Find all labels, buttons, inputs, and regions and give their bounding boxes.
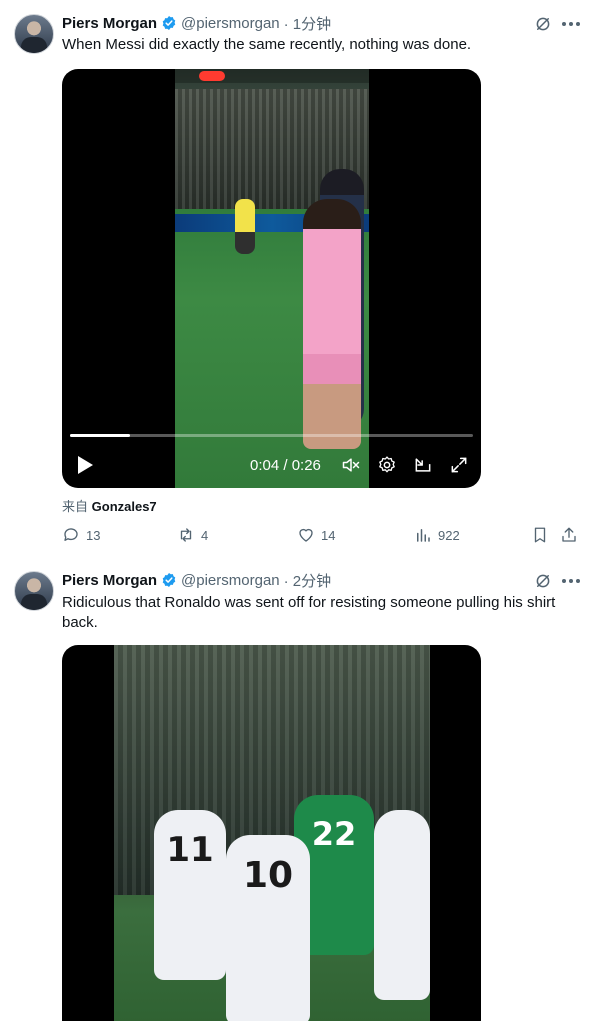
tweet-1[interactable]: Piers Morgan @piersmorgan · 1分钟 When Mes… bbox=[0, 0, 596, 555]
bookmark-icon bbox=[534, 527, 546, 543]
tweet-actions: 13 4 14 922 bbox=[62, 524, 582, 546]
grok-icon[interactable] bbox=[534, 15, 552, 33]
tweet-2[interactable]: Piers Morgan @piersmorgan · 2分钟 Ridiculo… bbox=[0, 555, 596, 1021]
share-button[interactable] bbox=[560, 524, 584, 546]
player-figure bbox=[374, 810, 430, 1000]
video-frame: 11 22 10 bbox=[114, 645, 430, 1021]
recording-indicator bbox=[199, 71, 225, 81]
author-name[interactable]: Piers Morgan bbox=[62, 15, 157, 32]
settings-icon[interactable] bbox=[377, 455, 397, 475]
like-button[interactable]: 14 bbox=[297, 524, 335, 546]
jersey-number: 10 bbox=[242, 855, 294, 896]
video-progress-bar[interactable] bbox=[70, 434, 473, 437]
jersey-number: 22 bbox=[311, 815, 357, 853]
author-handle[interactable]: @piersmorgan bbox=[181, 572, 280, 589]
play-icon bbox=[78, 456, 93, 474]
volume-icon[interactable] bbox=[341, 455, 361, 475]
grok-icon[interactable] bbox=[534, 572, 552, 590]
like-count: 14 bbox=[321, 527, 336, 543]
share-icon bbox=[562, 527, 576, 542]
tweet-header: Piers Morgan @piersmorgan · 1分钟 bbox=[62, 13, 331, 33]
player-figure: 10 bbox=[226, 835, 310, 1021]
reply-count: 13 bbox=[86, 527, 101, 543]
tweet-text: Ridiculous that Ronaldo was sent off for… bbox=[62, 594, 556, 631]
video-player[interactable]: 11 22 10 bbox=[62, 645, 481, 1021]
player-figure bbox=[303, 199, 361, 449]
reply-icon bbox=[64, 528, 78, 541]
repost-icon bbox=[180, 528, 192, 542]
repost-count: 4 bbox=[201, 527, 209, 543]
views-button[interactable]: 922 bbox=[414, 524, 460, 546]
avatar[interactable] bbox=[14, 14, 54, 54]
tweet-text: When Messi did exactly the same recently… bbox=[62, 36, 472, 53]
tweet-time[interactable]: · 1分钟 bbox=[284, 13, 332, 34]
phone-status-bar bbox=[175, 69, 369, 83]
player-figure: 11 bbox=[154, 810, 226, 980]
video-time: 0:04 / 0:26 bbox=[250, 456, 321, 474]
author-handle[interactable]: @piersmorgan bbox=[181, 15, 280, 32]
more-icon[interactable] bbox=[560, 572, 582, 590]
video-frame bbox=[175, 69, 369, 488]
play-button[interactable] bbox=[76, 454, 94, 476]
jersey-number: 11 bbox=[166, 830, 214, 870]
views-count: 922 bbox=[438, 527, 460, 543]
verified-icon bbox=[162, 573, 176, 587]
fullscreen-icon[interactable] bbox=[449, 455, 469, 475]
verified-icon bbox=[162, 16, 176, 30]
like-icon bbox=[299, 528, 313, 542]
pip-icon[interactable] bbox=[413, 455, 433, 475]
repost-button[interactable]: 4 bbox=[177, 524, 208, 546]
bookmark-button[interactable] bbox=[531, 524, 555, 546]
tweet-header: Piers Morgan @piersmorgan · 2分钟 bbox=[62, 570, 331, 590]
more-icon[interactable] bbox=[560, 15, 582, 33]
views-icon bbox=[417, 529, 430, 542]
source-attribution[interactable]: 来自 Gonzales7 bbox=[62, 496, 157, 515]
tweet-time[interactable]: · 2分钟 bbox=[284, 570, 332, 591]
author-name[interactable]: Piers Morgan bbox=[62, 572, 157, 589]
avatar[interactable] bbox=[14, 571, 54, 611]
video-progress-fill bbox=[70, 434, 131, 437]
source-name[interactable]: Gonzales7 bbox=[92, 499, 157, 514]
video-player[interactable]: 0:04 / 0:26 bbox=[62, 69, 481, 488]
reply-button[interactable]: 13 bbox=[62, 524, 100, 546]
player-figure bbox=[235, 199, 255, 254]
source-prefix: 来自 bbox=[62, 499, 89, 514]
